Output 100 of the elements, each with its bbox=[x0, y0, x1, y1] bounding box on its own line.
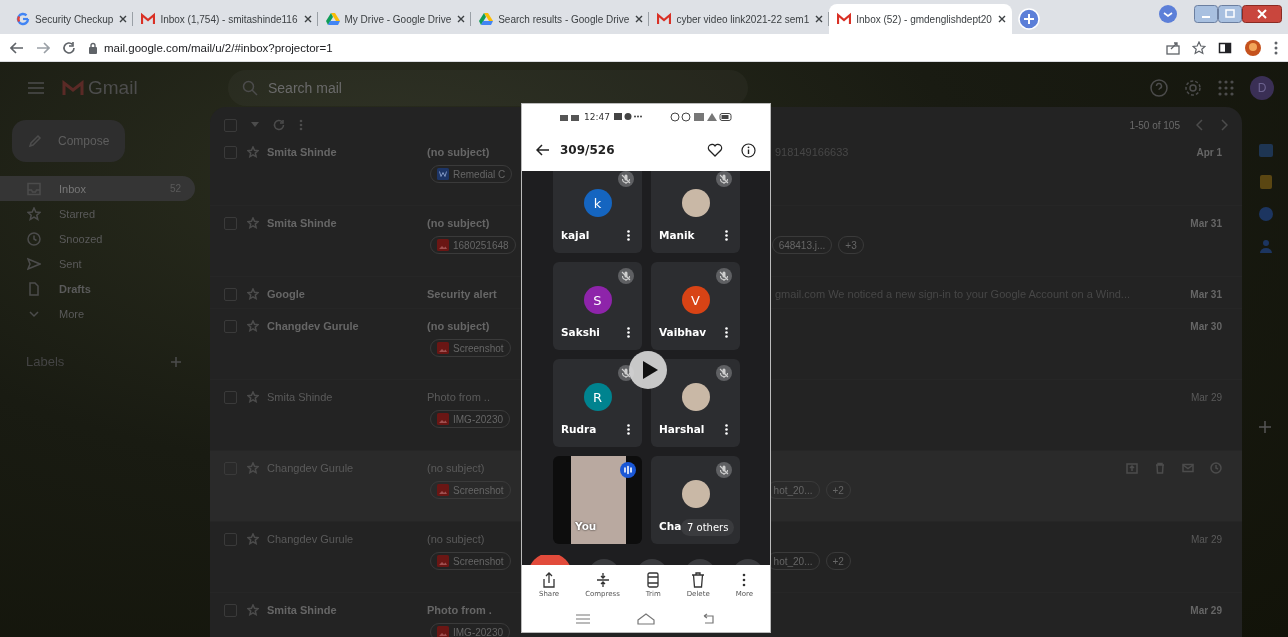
compress-icon bbox=[595, 572, 610, 588]
avatar-circle: R bbox=[583, 383, 612, 411]
star-icon[interactable] bbox=[247, 391, 259, 403]
forward-icon[interactable] bbox=[36, 40, 50, 55]
apps-grid-icon[interactable] bbox=[1218, 79, 1234, 96]
heart-icon[interactable] bbox=[707, 142, 723, 157]
add-icon[interactable] bbox=[1258, 420, 1272, 434]
browser-tab[interactable]: My Drive - Google Drive bbox=[317, 4, 472, 34]
close-icon[interactable] bbox=[118, 14, 129, 24]
side-panel-icon[interactable] bbox=[1218, 40, 1232, 55]
tasks-icon[interactable] bbox=[1258, 206, 1274, 222]
back-arrow-icon[interactable] bbox=[536, 144, 550, 156]
sidebar-item[interactable]: Drafts bbox=[0, 276, 195, 301]
star-icon[interactable] bbox=[247, 320, 259, 332]
clock-icon bbox=[27, 231, 41, 246]
previous-page-icon[interactable] bbox=[1196, 119, 1204, 131]
sidebar-item[interactable]: Starred bbox=[0, 201, 195, 226]
email-date: Mar 30 bbox=[1190, 320, 1222, 332]
email-subject: (no subject) bbox=[427, 146, 491, 158]
others-count-badge[interactable]: 7 others bbox=[681, 519, 735, 536]
more-options-icon[interactable] bbox=[725, 230, 728, 241]
address-bar-url[interactable]: mail.google.com/mail/u/2/#inbox?projector=1 bbox=[104, 41, 333, 54]
home-icon[interactable] bbox=[637, 613, 655, 625]
minimize-icon[interactable] bbox=[1194, 5, 1218, 23]
keep-icon[interactable] bbox=[1258, 174, 1274, 190]
star-icon[interactable] bbox=[247, 462, 259, 474]
muted-mic-icon bbox=[716, 462, 732, 478]
star-icon[interactable] bbox=[247, 604, 259, 616]
more-options-icon[interactable] bbox=[725, 327, 728, 338]
mail-icon[interactable] bbox=[1182, 462, 1194, 474]
close-icon[interactable] bbox=[302, 14, 313, 24]
browser-tab[interactable]: Inbox (1,754) - smitashinde116 bbox=[133, 4, 318, 34]
close-icon[interactable] bbox=[634, 14, 645, 24]
close-icon[interactable] bbox=[814, 14, 825, 24]
sidebar-item[interactable]: Snoozed bbox=[0, 226, 195, 251]
profile-avatar-icon[interactable] bbox=[1244, 38, 1262, 57]
sidebar-label: Snoozed bbox=[59, 232, 103, 245]
profile-dropdown-icon[interactable] bbox=[1156, 4, 1180, 24]
browser-tab[interactable]: Security Checkup bbox=[8, 4, 134, 34]
image-file-icon bbox=[437, 239, 449, 251]
settings-icon[interactable] bbox=[1184, 78, 1202, 97]
trim-icon bbox=[646, 572, 661, 588]
caret-icon[interactable] bbox=[251, 122, 259, 128]
sidebar-label: Starred bbox=[59, 207, 96, 220]
menu-icon[interactable] bbox=[1274, 40, 1278, 55]
reload-icon[interactable] bbox=[62, 40, 76, 55]
participant-name: Manik bbox=[659, 229, 695, 241]
lock-icon bbox=[88, 41, 98, 54]
browser-tab[interactable]: Inbox (52) - gmdenglishdept20 bbox=[829, 4, 1012, 34]
email-subject: (no subject) bbox=[427, 320, 491, 332]
refresh-icon[interactable] bbox=[273, 119, 285, 131]
avatar-circle: k bbox=[583, 189, 612, 217]
star-icon[interactable] bbox=[247, 146, 259, 158]
email-date: Mar 31 bbox=[1190, 217, 1222, 229]
sidebar-label: Sent bbox=[59, 257, 82, 270]
play-button-icon[interactable] bbox=[629, 351, 667, 389]
maximize-icon[interactable] bbox=[1218, 5, 1242, 23]
more-options-icon[interactable] bbox=[627, 424, 630, 435]
close-window-icon[interactable] bbox=[1242, 5, 1282, 23]
more-options-icon[interactable] bbox=[627, 327, 630, 338]
more-options-icon[interactable] bbox=[627, 230, 630, 241]
gmail-logo-icon bbox=[837, 12, 852, 26]
more-options-icon[interactable] bbox=[725, 424, 728, 435]
email-sender: Changdev Gurule bbox=[267, 320, 360, 332]
contacts-icon[interactable] bbox=[1258, 238, 1274, 254]
delete-icon[interactable] bbox=[1154, 462, 1166, 474]
back-icon[interactable] bbox=[702, 613, 717, 625]
star-icon[interactable] bbox=[247, 288, 259, 300]
search-field[interactable]: Search mail bbox=[228, 69, 748, 106]
muted-mic-icon bbox=[716, 171, 732, 187]
help-icon[interactable] bbox=[1150, 78, 1168, 97]
email-subject: (no subject) bbox=[427, 217, 491, 229]
browser-tab[interactable]: cyber video link2021-22 sem1 bbox=[649, 4, 830, 34]
sidebar-item[interactable]: Sent bbox=[0, 251, 195, 276]
email-subject: Photo from . bbox=[427, 604, 493, 616]
sidebar-item[interactable]: More bbox=[0, 301, 195, 326]
calendar-icon[interactable] bbox=[1258, 142, 1274, 158]
star-icon[interactable] bbox=[247, 533, 259, 545]
star-icon[interactable] bbox=[247, 217, 259, 229]
avatar-circle bbox=[681, 189, 710, 217]
status-time: 12:47 bbox=[584, 111, 610, 122]
add-label-icon[interactable] bbox=[170, 355, 182, 368]
email-date: Mar 31 bbox=[1190, 288, 1222, 300]
archive-icon[interactable] bbox=[1126, 462, 1138, 474]
next-page-icon[interactable] bbox=[1220, 119, 1228, 131]
back-icon[interactable] bbox=[10, 40, 24, 55]
new-tab-icon[interactable] bbox=[1017, 8, 1040, 30]
info-icon[interactable] bbox=[741, 142, 756, 158]
clock-icon[interactable] bbox=[1210, 462, 1222, 474]
star-icon[interactable] bbox=[1192, 40, 1206, 55]
sidebar-label: Drafts bbox=[59, 282, 91, 295]
close-icon[interactable] bbox=[456, 14, 467, 24]
close-icon[interactable] bbox=[996, 14, 1007, 24]
google-logo-icon bbox=[16, 12, 30, 26]
star-icon bbox=[27, 206, 41, 221]
participant-name: Vaibhav bbox=[659, 326, 707, 338]
browser-tab[interactable]: Search results - Google Drive bbox=[471, 4, 650, 34]
status-icons-drawing bbox=[670, 111, 732, 122]
file-icon bbox=[27, 281, 41, 296]
share-icon[interactable] bbox=[1166, 40, 1180, 55]
